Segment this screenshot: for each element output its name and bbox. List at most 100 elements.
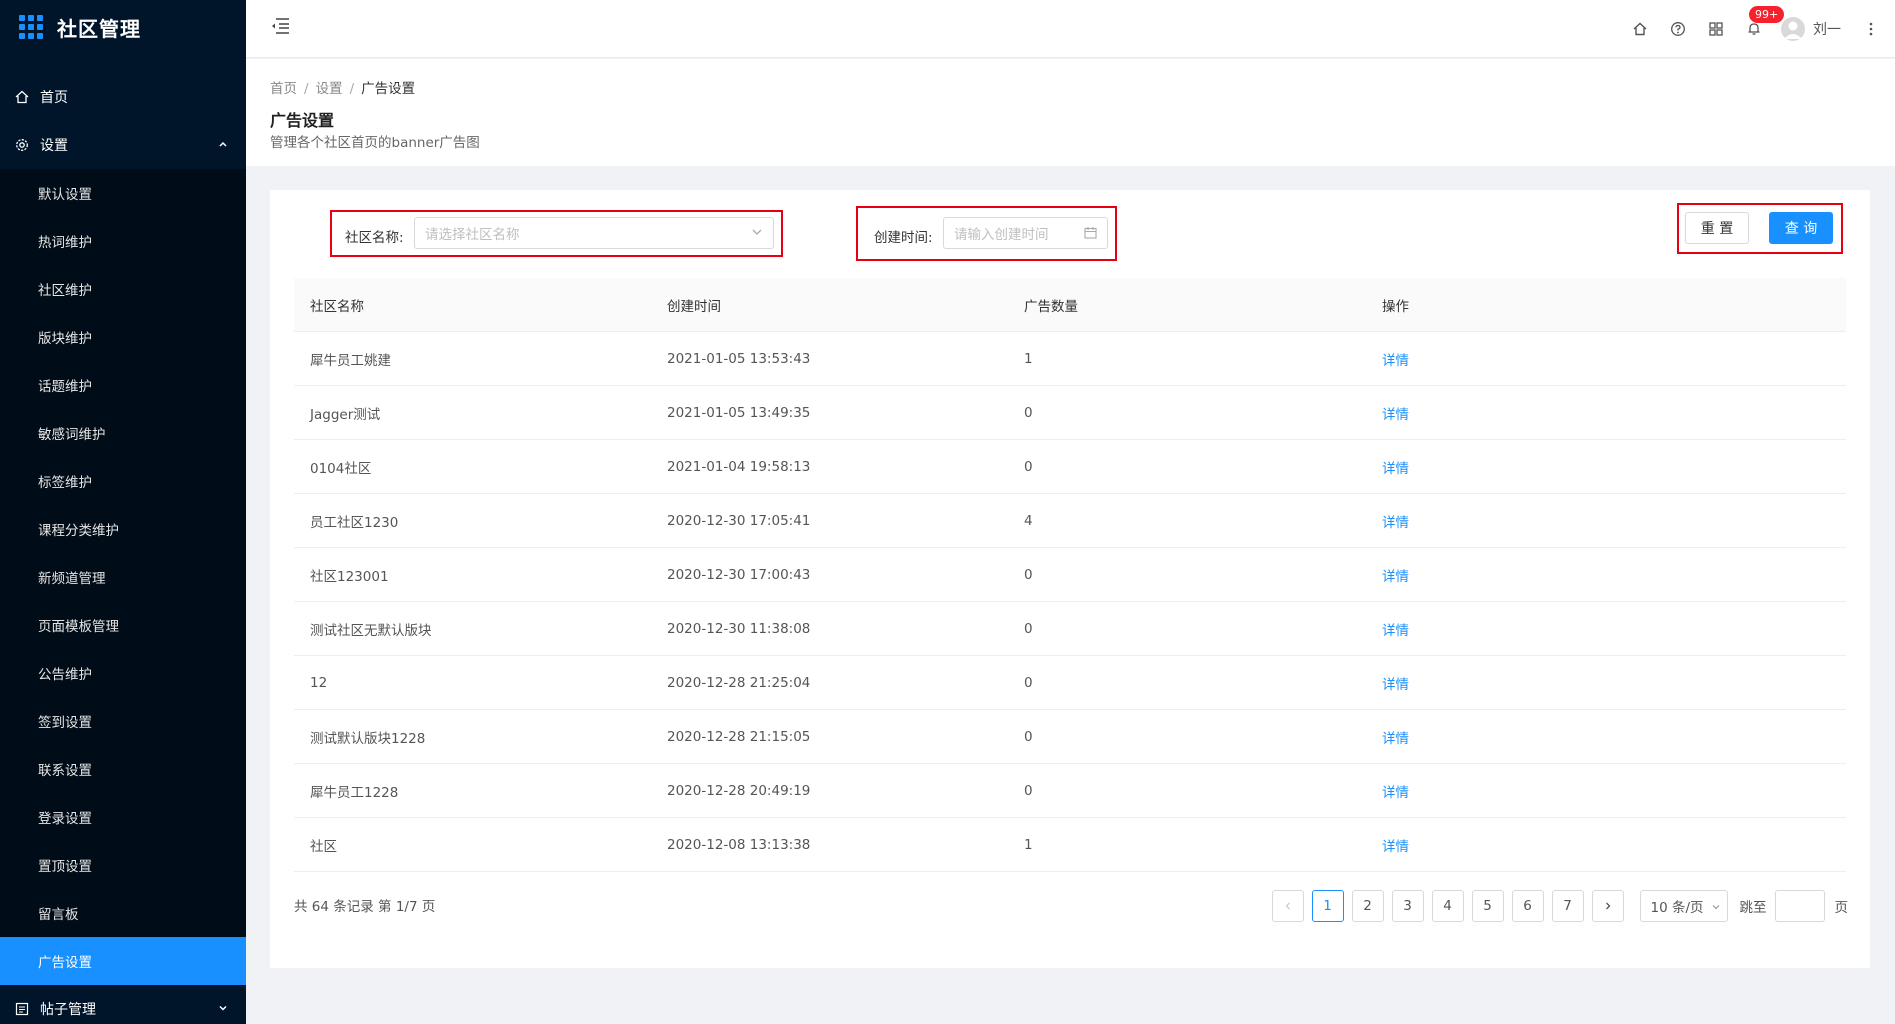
gear-icon	[14, 137, 30, 153]
sidebar-item-posts[interactable]: 帖子管理	[0, 985, 246, 1024]
list-icon	[14, 1001, 30, 1017]
sidebar-item-label: 帖子管理	[40, 1002, 96, 1018]
sidebar-subitem[interactable]: 默认设置	[0, 169, 246, 217]
breadcrumb-current: 广告设置	[361, 81, 416, 97]
chevron-down-icon	[751, 226, 763, 242]
query-button[interactable]: 查 询	[1769, 212, 1833, 244]
cell-create-time: 2021-01-05 13:49:35	[667, 404, 811, 421]
page-number-button[interactable]: 7	[1551, 890, 1584, 922]
sidebar-subitem[interactable]: 留言板	[0, 889, 246, 937]
sidebar-subitem[interactable]: 敏感词维护	[0, 409, 246, 457]
page-number-button[interactable]: 3	[1391, 890, 1424, 922]
page-number-button[interactable]: 2	[1351, 890, 1384, 922]
user-menu[interactable]: 刘一	[1773, 17, 1861, 41]
details-link[interactable]: 详情	[1366, 511, 1846, 531]
cell-create-time: 2020-12-28 21:25:04	[667, 674, 811, 691]
details-link[interactable]: 详情	[1366, 457, 1846, 477]
home-icon	[14, 89, 30, 105]
cell-ad-count: 0	[1024, 566, 1033, 583]
community-select[interactable]: 请选择社区名称	[414, 217, 774, 249]
table-row: 社区123001 2020-12-30 17:00:43 0 详情	[294, 548, 1846, 602]
table-row: 0104社区 2021-01-04 19:58:13 0 详情	[294, 440, 1846, 494]
table-body: 犀牛员工姚建 2021-01-05 13:53:43 1 详情 Jagger测试 2021…	[294, 332, 1846, 872]
cell-community-name: 社区	[310, 838, 337, 855]
sidebar-item-settings[interactable]: 设置	[0, 121, 246, 169]
page-number-button[interactable]: 5	[1471, 890, 1504, 922]
create-time-placeholder: 请输入创建时间	[954, 227, 1049, 243]
breadcrumb-home[interactable]: 首页	[270, 81, 297, 97]
sidebar-subitem[interactable]: 置顶设置	[0, 841, 246, 889]
sidebar-subitem[interactable]: 话题维护	[0, 361, 246, 409]
chevron-down-icon	[218, 1002, 228, 1016]
home-icon[interactable]	[1621, 0, 1659, 58]
cell-ad-count: 0	[1024, 620, 1033, 637]
jump-unit: 页	[1834, 900, 1849, 916]
page-size-select[interactable]: 10 条/页	[1639, 890, 1728, 922]
sidebar-subitem[interactable]: 版块维护	[0, 313, 246, 361]
app-logo[interactable]: 社区管理	[0, 0, 246, 54]
details-link[interactable]: 详情	[1366, 403, 1846, 423]
sidebar-subitem[interactable]: 广告设置	[0, 937, 246, 985]
table-row: 员工社区1230 2020-12-30 17:05:41 4 详情	[294, 494, 1846, 548]
details-link[interactable]: 详情	[1366, 781, 1846, 801]
help-icon[interactable]	[1659, 0, 1697, 58]
notification-badge: 99+	[1749, 6, 1785, 23]
sidebar-subitem[interactable]: 签到设置	[0, 697, 246, 745]
sidebar-subitem[interactable]: 公告维护	[0, 649, 246, 697]
details-link[interactable]: 详情	[1366, 565, 1846, 585]
cell-create-time: 2020-12-30 17:00:43	[667, 566, 811, 583]
prev-page-button[interactable]	[1271, 890, 1304, 922]
cell-community-name: 12	[310, 674, 328, 691]
cell-create-time: 2020-12-30 17:05:41	[667, 512, 811, 529]
cell-community-name: 犀牛员工姚建	[310, 352, 391, 369]
cell-community-name: Jagger测试	[310, 406, 381, 423]
jump-page-input[interactable]	[1774, 890, 1825, 922]
page-number-button[interactable]: 1	[1311, 890, 1344, 922]
chevron-up-icon	[218, 138, 228, 152]
avatar	[1781, 17, 1805, 41]
reset-button[interactable]: 重 置	[1685, 212, 1749, 244]
cell-create-time: 2020-12-08 13:13:38	[667, 836, 811, 853]
sidebar-subitem[interactable]: 新频道管理	[0, 553, 246, 601]
details-link[interactable]: 详情	[1366, 619, 1846, 639]
details-link[interactable]: 详情	[1366, 727, 1846, 747]
cell-create-time: 2020-12-28 20:49:19	[667, 782, 811, 799]
cell-community-name: 测试社区无默认版块	[310, 622, 432, 639]
table-row: 测试默认版块1228 2020-12-28 21:15:05 0 详情	[294, 710, 1846, 764]
apps-icon[interactable]	[1697, 0, 1735, 58]
breadcrumb-settings[interactable]: 设置	[316, 81, 343, 97]
table-header: 社区名称 创建时间 广告数量 操作	[294, 278, 1846, 332]
sidebar-subitem[interactable]: 社区维护	[0, 265, 246, 313]
create-time-input[interactable]: 请输入创建时间	[943, 217, 1108, 249]
page-number-button[interactable]: 6	[1511, 890, 1544, 922]
pagination-summary: 共 64 条记录 第 1/7 页	[294, 899, 436, 915]
sidebar-subitem[interactable]: 登录设置	[0, 793, 246, 841]
cell-ad-count: 1	[1024, 836, 1033, 853]
sidebar-subitem[interactable]: 课程分类维护	[0, 505, 246, 553]
page-description: 管理各个社区首页的banner广告图	[270, 135, 480, 151]
calendar-icon	[1084, 226, 1097, 243]
pagination: 1234567 10 条/页 跳至 页	[1264, 890, 1849, 922]
menu-fold-icon[interactable]	[270, 17, 292, 39]
details-link[interactable]: 详情	[1366, 835, 1846, 855]
bell-icon[interactable]: 99+	[1735, 0, 1785, 58]
sidebar-subitem[interactable]: 页面模板管理	[0, 601, 246, 649]
sidebar-subitem[interactable]: 联系设置	[0, 745, 246, 793]
user-name: 刘一	[1813, 22, 1841, 38]
cell-community-name: 员工社区1230	[310, 514, 399, 531]
cell-community-name: 0104社区	[310, 460, 372, 477]
column-header: 社区名称	[310, 298, 364, 315]
sidebar-subitem[interactable]: 热词维护	[0, 217, 246, 265]
page-number-button[interactable]: 4	[1431, 890, 1464, 922]
details-link[interactable]: 详情	[1366, 349, 1846, 369]
more-vertical-icon[interactable]	[1861, 0, 1881, 58]
sidebar-subitem[interactable]: 标签维护	[0, 457, 246, 505]
table-row: 12 2020-12-28 21:25:04 0 详情	[294, 656, 1846, 710]
cell-ad-count: 0	[1024, 728, 1033, 745]
cell-create-time: 2020-12-30 11:38:08	[667, 620, 811, 637]
details-link[interactable]: 详情	[1366, 673, 1846, 693]
settings-submenu: 默认设置 热词维护 社区维护 版块维护 话题维护 敏感词维护 标签维护 课程分类维护 新频道管理…	[0, 169, 246, 989]
sidebar-item-home[interactable]: 首页	[0, 73, 246, 121]
next-page-button[interactable]	[1591, 890, 1624, 922]
sidebar-item-label: 首页	[40, 90, 68, 106]
